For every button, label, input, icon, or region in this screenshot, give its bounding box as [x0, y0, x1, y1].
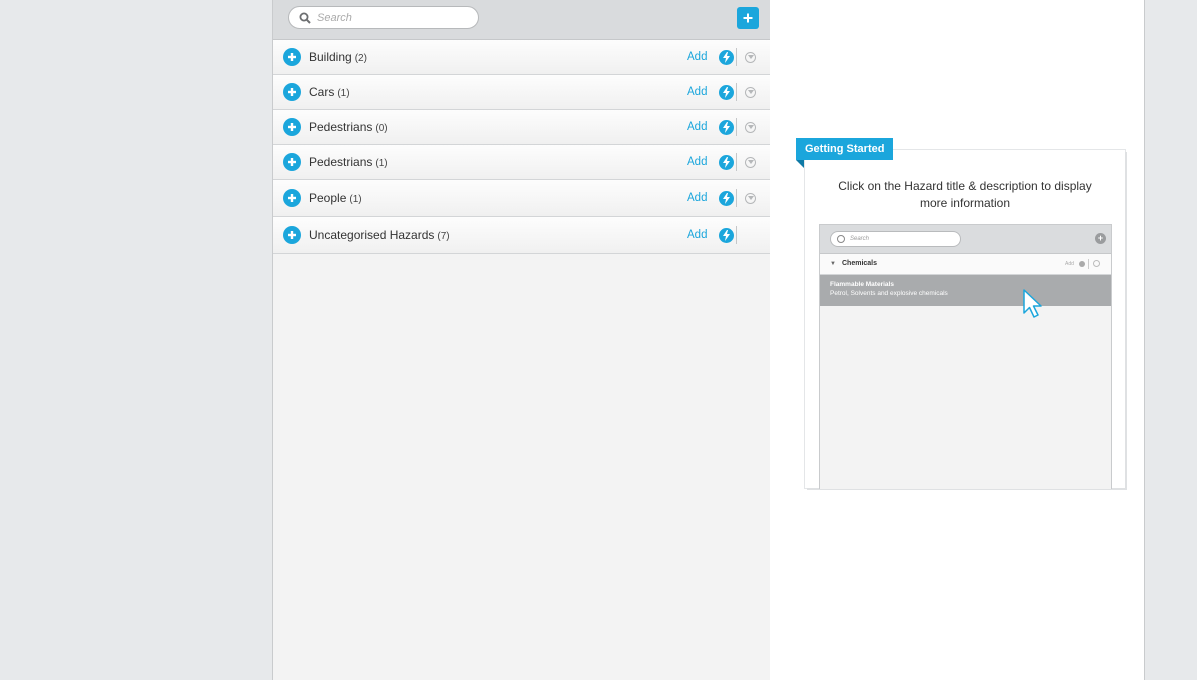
category-title[interactable]: Cars (1)	[309, 85, 350, 99]
chevron-down-icon[interactable]	[745, 51, 756, 63]
expand-plus-icon[interactable]	[283, 83, 301, 101]
category-row[interactable]: Uncategorised Hazards (7) Add	[273, 217, 770, 254]
chevron-down-icon	[1093, 260, 1100, 267]
getting-started-text: Click on the Hazard title & description …	[805, 178, 1125, 212]
divider	[736, 226, 737, 244]
divider	[736, 153, 737, 171]
chevron-down-icon[interactable]	[745, 86, 756, 98]
divider	[736, 48, 737, 66]
category-count: (1)	[375, 158, 388, 169]
category-title[interactable]: People (1)	[309, 191, 362, 205]
lightning-icon	[1079, 261, 1085, 267]
divider	[736, 83, 737, 101]
chevron-down-icon[interactable]	[745, 121, 756, 133]
add-hazard-link[interactable]: Add	[687, 51, 707, 63]
category-title[interactable]: Uncategorised Hazards (7)	[309, 228, 450, 242]
expand-plus-icon[interactable]	[283, 189, 301, 207]
category-title[interactable]: Pedestrians (1)	[309, 155, 388, 169]
add-hazard-link[interactable]: Add	[687, 156, 707, 168]
getting-started-card: Click on the Hazard title & description …	[805, 150, 1125, 489]
lightning-icon[interactable]	[719, 190, 734, 206]
getting-started-line-2: more information	[919, 196, 1011, 210]
lightning-icon[interactable]	[719, 84, 734, 100]
chevron-down-icon[interactable]	[745, 192, 756, 204]
add-hazard-link[interactable]: Add	[687, 121, 707, 133]
getting-started-tag: Getting Started	[796, 138, 894, 160]
preview-hazard-item: Flammable Materials Petrol, Solvents and…	[820, 275, 1111, 306]
tag-fold	[796, 160, 804, 168]
expand-plus-icon[interactable]	[283, 226, 301, 244]
category-row[interactable]: Building (2) Add	[273, 40, 770, 75]
divider	[736, 118, 737, 136]
category-name: People	[309, 191, 347, 205]
hazard-list-panel: Building(2) Add Cars(1) Add Pedestrians(…	[272, 0, 771, 680]
category-count: (1)	[337, 88, 350, 99]
add-hazard-link[interactable]: Add	[687, 229, 707, 241]
category-name: Cars	[309, 85, 335, 99]
plus-icon: +	[1095, 233, 1106, 244]
right-gutter	[1145, 0, 1197, 680]
category-title[interactable]: Building (2)	[309, 50, 367, 64]
preview-hazard-description: Petrol, Solvents and explosive chemicals	[830, 290, 948, 297]
expand-plus-icon[interactable]	[283, 153, 301, 171]
lightning-icon[interactable]	[719, 154, 734, 170]
add-hazard-link[interactable]: Add	[687, 86, 707, 98]
divider	[1088, 259, 1089, 269]
preview-search-box: Search	[830, 231, 961, 247]
preview-add-label: Add	[1065, 261, 1074, 267]
category-count: (2)	[354, 53, 367, 64]
lightning-icon[interactable]	[719, 227, 734, 243]
category-count: (0)	[375, 123, 388, 134]
getting-started-line-1: Click on the Hazard title & description …	[838, 179, 1092, 193]
triangle-down-icon: ▼	[830, 261, 836, 267]
lightning-icon[interactable]	[719, 119, 734, 135]
chevron-down-icon[interactable]	[745, 156, 756, 168]
preview-toolbar: Search +	[820, 225, 1111, 254]
search-input[interactable]	[317, 11, 467, 24]
info-panel: Click on the Hazard title & description …	[770, 0, 1145, 680]
category-count: (1)	[349, 194, 362, 205]
preview-search-placeholder: Search	[850, 236, 870, 242]
preview-hazard-title: Flammable Materials	[830, 281, 894, 288]
category-row[interactable]: Cars (1) Add	[273, 75, 770, 110]
category-name: Pedestrians	[309, 155, 373, 169]
expand-plus-icon[interactable]	[283, 118, 301, 136]
category-name: Pedestrians	[309, 120, 373, 134]
category-name: Uncategorised Hazards	[309, 228, 435, 242]
category-row[interactable]: Pedestrians (0) Add	[273, 110, 770, 145]
plus-icon	[743, 13, 753, 23]
lightning-icon[interactable]	[719, 49, 734, 65]
category-name: Building	[309, 50, 352, 64]
search-box[interactable]	[288, 6, 479, 29]
category-row[interactable]: People (1) Add	[273, 180, 770, 217]
divider	[736, 189, 737, 207]
expand-plus-icon[interactable]	[283, 48, 301, 66]
getting-started-illustration: Search + ▼ Chemicals Add Flammable Mater…	[819, 224, 1112, 489]
category-count: (7)	[437, 231, 450, 242]
preview-category-row: ▼ Chemicals Add	[820, 254, 1111, 275]
list-toolbar	[273, 0, 770, 40]
search-icon	[837, 235, 845, 243]
category-title[interactable]: Pedestrians (0)	[309, 120, 388, 134]
mouse-cursor-icon	[1023, 289, 1042, 318]
add-hazard-link[interactable]: Add	[687, 192, 707, 204]
category-row[interactable]: Pedestrians (1) Add	[273, 145, 770, 180]
add-category-button[interactable]	[737, 7, 759, 29]
search-icon	[299, 12, 311, 24]
preview-category-title: Chemicals	[842, 260, 878, 267]
